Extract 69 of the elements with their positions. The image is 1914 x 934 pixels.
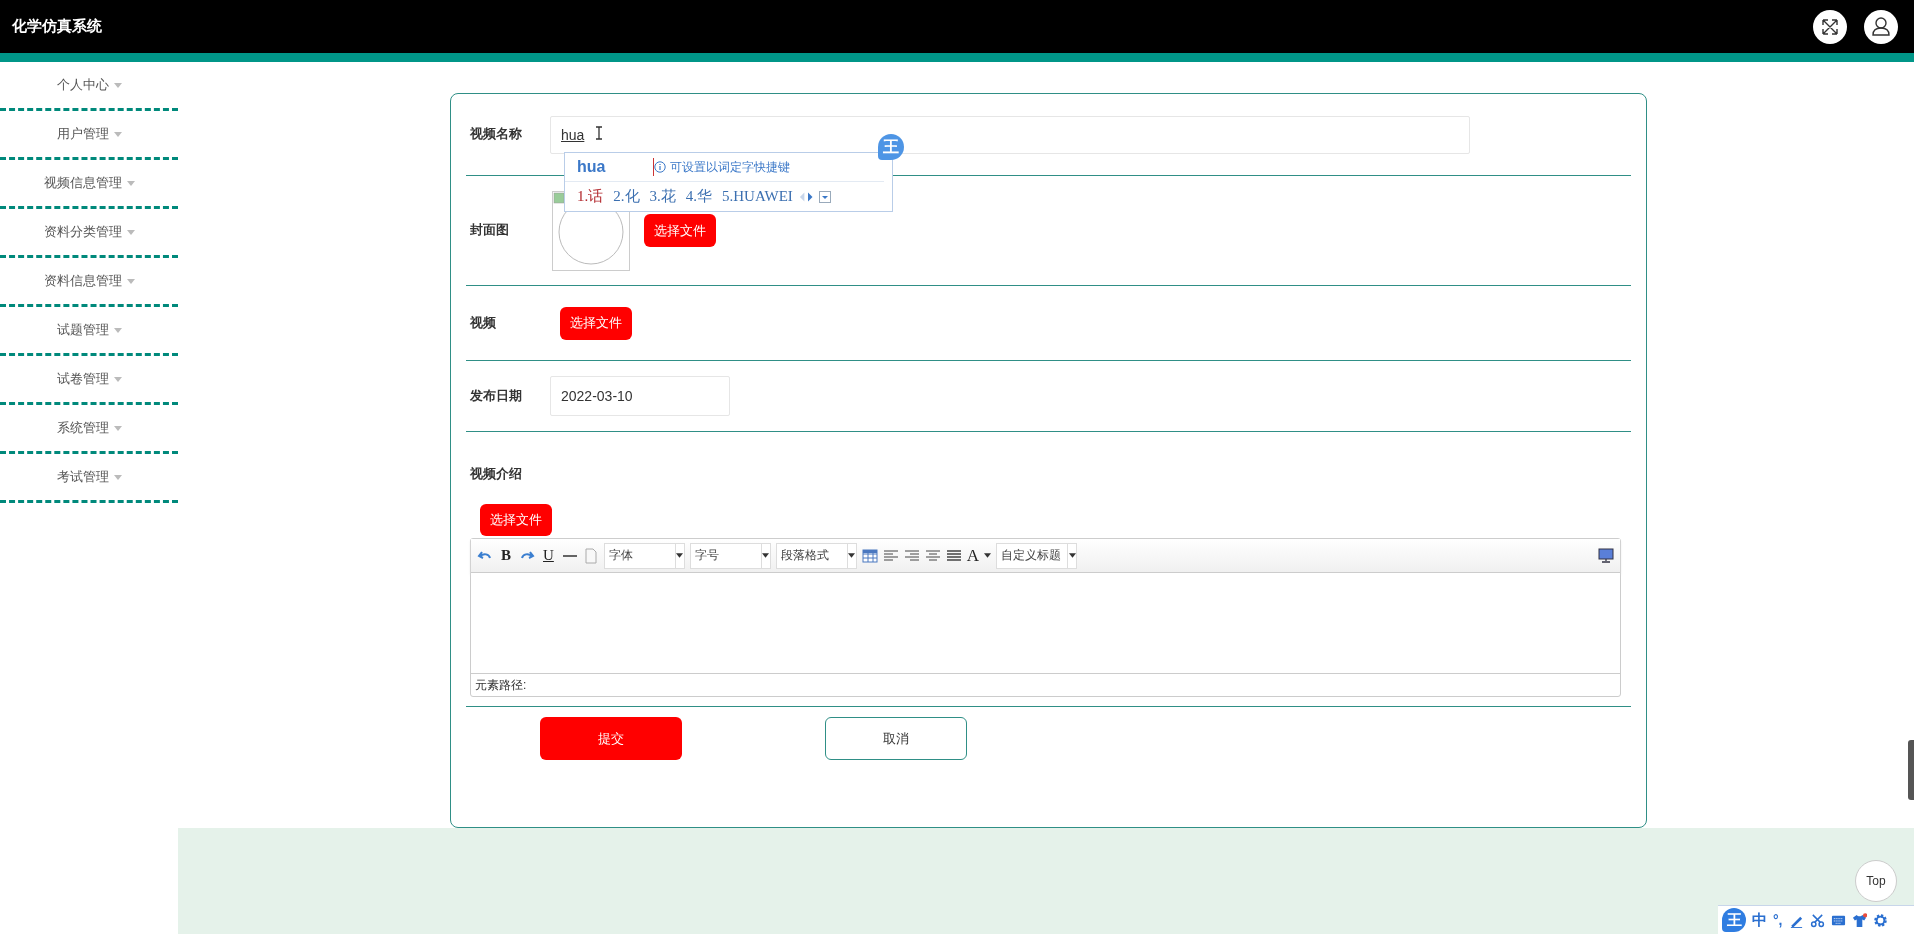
- ime-candidate[interactable]: 4.华: [685, 187, 712, 206]
- text-cursor-icon: [595, 125, 603, 140]
- fullscreen-icon[interactable]: [1813, 9, 1847, 44]
- choose-file-button[interactable]: 选择文件: [560, 306, 632, 340]
- ime-candidate[interactable]: 3.花: [649, 187, 676, 206]
- dropdown-field[interactable]: 自定义标题: [996, 542, 1069, 569]
- caret-icon: [113, 131, 122, 137]
- ime-candidate[interactable]: 1.话: [577, 187, 604, 206]
- sidebar-item[interactable]: 考试管理: [0, 454, 178, 503]
- ime-logo: 王: [878, 134, 904, 160]
- scissors-icon[interactable]: [1809, 912, 1825, 928]
- caret-icon: [126, 229, 135, 235]
- element-path-label: 元素路径:: [475, 676, 527, 694]
- field-label: 视频名称: [470, 126, 523, 143]
- ime-hint: 可设置以词定字快捷键: [670, 158, 790, 176]
- field-label: 发布日期: [470, 387, 523, 405]
- align-left-icon[interactable]: [882, 547, 899, 564]
- side-handle[interactable]: [1908, 740, 1914, 800]
- dropdown-field[interactable]: 段落格式: [775, 542, 848, 569]
- underline-button[interactable]: U: [540, 547, 557, 564]
- caret-icon: [676, 553, 684, 558]
- caret-icon: [113, 376, 122, 382]
- align-center-icon[interactable]: [924, 547, 941, 564]
- ime-logo[interactable]: 王: [1722, 908, 1746, 932]
- sidebar-item[interactable]: 视频信息管理: [0, 160, 178, 209]
- date-input[interactable]: 2022-03-10: [550, 376, 730, 416]
- dropdown-field[interactable]: 字号: [689, 542, 762, 569]
- caret-icon: [113, 474, 122, 480]
- font-color-button[interactable]: A: [966, 545, 980, 566]
- ime-candidate[interactable]: 2.化: [613, 187, 640, 206]
- ime-candidate[interactable]: 5.HUAWEI: [722, 188, 793, 205]
- cancel-button[interactable]: 取消: [825, 717, 967, 760]
- caret-icon: [762, 553, 770, 558]
- sidebar-item[interactable]: 资料分类管理: [0, 209, 178, 258]
- table-icon[interactable]: [861, 547, 878, 564]
- field-label: 封面图: [470, 222, 510, 239]
- sidebar-item[interactable]: 试卷管理: [0, 356, 178, 405]
- caret-icon: [113, 425, 122, 431]
- field-label: 视频介绍: [470, 466, 523, 483]
- sidebar-item[interactable]: 资料信息管理: [0, 258, 178, 307]
- caret-icon: [126, 278, 135, 284]
- input-mode-toggle[interactable]: 中: [1752, 910, 1767, 930]
- composition-text: hua: [577, 158, 654, 176]
- shirt-icon[interactable]: [1851, 912, 1867, 928]
- sidebar-item[interactable]: 试题管理: [0, 307, 178, 356]
- fullscreen-icon[interactable]: [1598, 547, 1614, 564]
- sidebar-item[interactable]: 用户管理: [0, 111, 178, 160]
- bold-button[interactable]: B: [498, 547, 514, 564]
- sidebar-item[interactable]: 系统管理: [0, 405, 178, 454]
- app-title: 化学仿真系统: [12, 17, 102, 36]
- caret-icon: [113, 82, 122, 88]
- caret-icon: [126, 180, 135, 186]
- submit-button[interactable]: 提交: [540, 717, 682, 760]
- field-label: 视频: [470, 314, 497, 332]
- dropdown-field[interactable]: 字体: [603, 542, 676, 569]
- choose-file-button[interactable]: 选择文件: [480, 504, 552, 536]
- caret-icon: [984, 553, 992, 558]
- caret-icon: [1068, 553, 1076, 558]
- caret-icon: [848, 553, 856, 558]
- expand-icon[interactable]: [818, 190, 831, 203]
- info-icon: [654, 161, 666, 173]
- user-icon[interactable]: [1864, 9, 1898, 44]
- punctuation-toggle[interactable]: °,: [1773, 912, 1783, 928]
- align-right-icon[interactable]: [903, 547, 920, 564]
- settings-icon[interactable]: [1872, 912, 1888, 928]
- sidebar-item[interactable]: 个人中心: [0, 62, 178, 111]
- choose-file-button[interactable]: 选择文件: [644, 214, 716, 247]
- justify-icon[interactable]: [945, 547, 962, 564]
- caret-icon: [113, 327, 122, 333]
